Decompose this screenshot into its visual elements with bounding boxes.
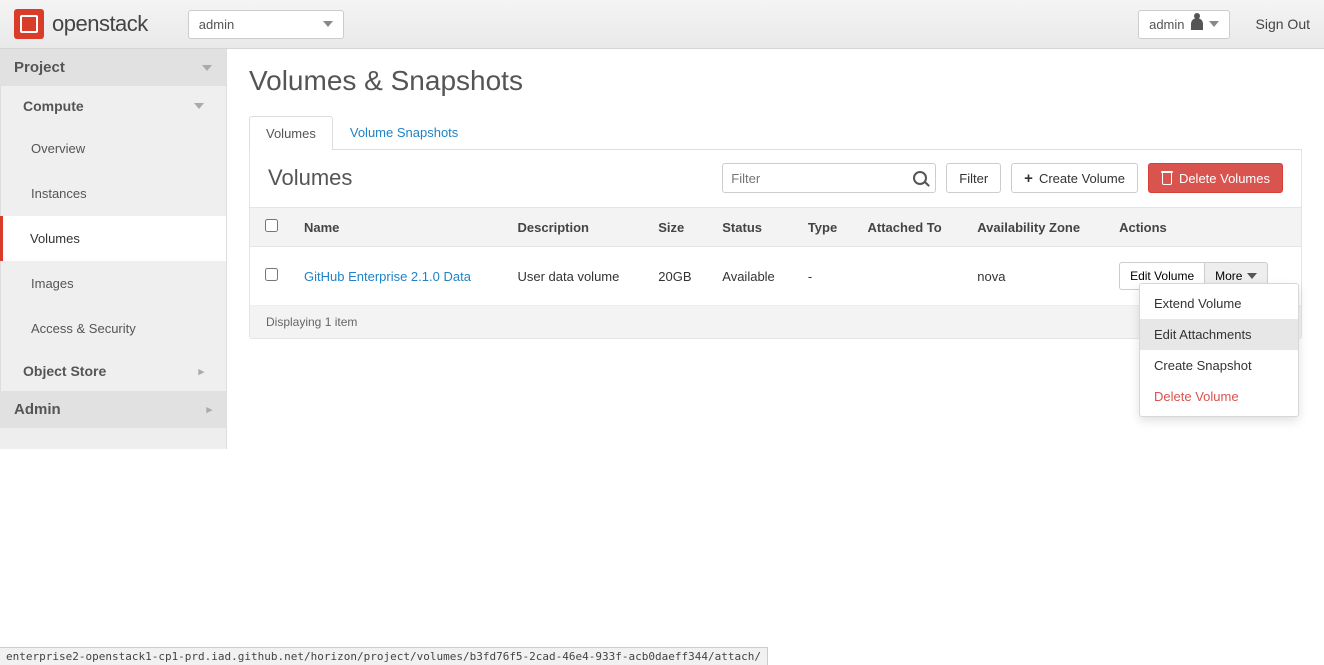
brand-text: openstack: [52, 11, 148, 37]
openstack-logo-icon: [14, 9, 44, 39]
volumes-panel: Volumes Filter Create Volume Delete Volu…: [249, 149, 1302, 339]
nav-project-label: Project: [14, 59, 65, 76]
cell-type: -: [796, 247, 856, 306]
plus-icon: [1024, 171, 1033, 186]
col-type[interactable]: Type: [796, 208, 856, 247]
page-title: Volumes & Snapshots: [249, 65, 1302, 97]
sidebar-item-images[interactable]: Images: [0, 261, 226, 306]
tab-volumes[interactable]: Volumes: [249, 116, 333, 150]
create-volume-label: Create Volume: [1039, 171, 1125, 186]
filter-input-wrap[interactable]: [722, 163, 936, 193]
col-name[interactable]: Name: [292, 208, 505, 247]
col-description[interactable]: Description: [505, 208, 646, 247]
cell-status: Available: [710, 247, 796, 306]
sign-out-link[interactable]: Sign Out: [1256, 16, 1310, 32]
tabs: Volumes Volume Snapshots: [249, 115, 1302, 150]
sidebar-item-instances[interactable]: Instances: [0, 171, 226, 216]
topbar: openstack admin admin Sign Out: [0, 0, 1324, 49]
nav-compute[interactable]: Compute: [0, 86, 226, 126]
nav-admin-label: Admin: [14, 401, 61, 418]
create-volume-button[interactable]: Create Volume: [1011, 163, 1138, 193]
volumes-table: Name Description Size Status Type Attach…: [250, 207, 1301, 306]
dropdown-delete-volume[interactable]: Delete Volume: [1140, 381, 1298, 412]
nav-admin[interactable]: Admin ▸: [0, 391, 226, 428]
chevron-down-icon: [202, 65, 212, 71]
sidebar-item-volumes[interactable]: Volumes: [0, 216, 226, 261]
dropdown-create-snapshot[interactable]: Create Snapshot: [1140, 350, 1298, 381]
filter-input[interactable]: [731, 171, 913, 186]
cell-description: User data volume: [505, 247, 646, 306]
row-checkbox[interactable]: [265, 268, 278, 281]
nav-project[interactable]: Project: [0, 49, 226, 86]
user-icon: [1191, 18, 1203, 30]
brand-logo[interactable]: openstack: [14, 9, 148, 39]
delete-volumes-button[interactable]: Delete Volumes: [1148, 163, 1283, 193]
sidebar-item-overview[interactable]: Overview: [0, 126, 226, 171]
cell-actions: Edit VolumeMore Extend VolumeEdit Attach…: [1107, 247, 1301, 306]
tab-volume-snapshots[interactable]: Volume Snapshots: [333, 115, 475, 149]
main-content: Volumes & Snapshots Volumes Volume Snaps…: [227, 49, 1324, 449]
search-icon: [913, 171, 927, 185]
select-all-checkbox[interactable]: [265, 219, 278, 232]
col-actions: Actions: [1107, 208, 1301, 247]
chevron-down-icon: [194, 103, 204, 109]
browser-status-url: enterprise2-openstack1-cp1-prd.iad.githu…: [0, 647, 768, 665]
col-az[interactable]: Availability Zone: [965, 208, 1107, 247]
cell-az: nova: [965, 247, 1107, 306]
panel-title: Volumes: [268, 165, 352, 191]
user-switcher[interactable]: admin: [1138, 10, 1229, 39]
project-switcher[interactable]: admin: [188, 10, 344, 39]
nav-compute-label: Compute: [23, 98, 84, 114]
dropdown-edit-attachments[interactable]: Edit Attachments: [1140, 319, 1298, 350]
cell-size: 20GB: [646, 247, 710, 306]
col-status[interactable]: Status: [710, 208, 796, 247]
project-switcher-label: admin: [199, 17, 234, 32]
cell-name: GitHub Enterprise 2.1.0 Data: [292, 247, 505, 306]
actions-dropdown: Extend VolumeEdit AttachmentsCreate Snap…: [1139, 283, 1299, 417]
filter-button[interactable]: Filter: [946, 163, 1001, 193]
caret-down-icon: [1247, 273, 1257, 279]
col-size[interactable]: Size: [646, 208, 710, 247]
cell-attached: [856, 247, 966, 306]
chevron-down-icon: [1209, 21, 1219, 27]
trash-icon: [1161, 171, 1173, 185]
nav-object-store-label: Object Store: [23, 363, 106, 379]
sidebar-item-access-security[interactable]: Access & Security: [0, 306, 226, 351]
volume-name-link[interactable]: GitHub Enterprise 2.1.0 Data: [304, 269, 471, 284]
delete-volumes-label: Delete Volumes: [1179, 171, 1270, 186]
col-attached[interactable]: Attached To: [856, 208, 966, 247]
sidebar: Project Compute OverviewInstancesVolumes…: [0, 49, 227, 449]
chevron-down-icon: [323, 21, 333, 27]
chevron-right-icon: ▸: [198, 365, 204, 378]
chevron-right-icon: ▸: [206, 403, 212, 416]
table-row: GitHub Enterprise 2.1.0 Data User data vo…: [250, 247, 1301, 306]
nav-object-store[interactable]: Object Store ▸: [0, 351, 226, 391]
user-switcher-label: admin: [1149, 17, 1184, 32]
dropdown-extend-volume[interactable]: Extend Volume: [1140, 288, 1298, 319]
